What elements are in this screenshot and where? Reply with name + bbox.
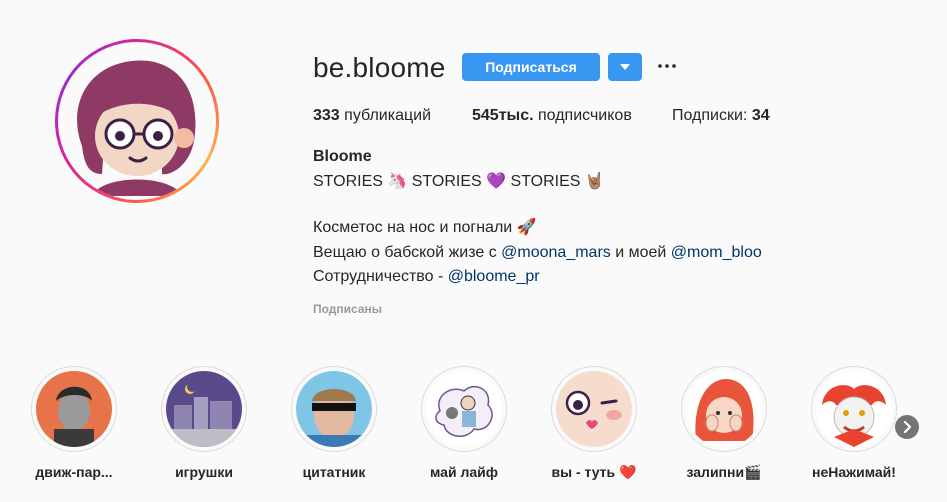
chevron-down-icon	[620, 64, 630, 70]
avatar-illustration	[77, 60, 196, 196]
following-label: Подписки:	[672, 107, 748, 124]
posts-count: 333	[313, 107, 340, 124]
followed-by-label[interactable]: Подписаны	[313, 302, 382, 316]
bio-text: Сотрудничество -	[313, 268, 448, 285]
followers-label: подписчиков	[538, 107, 632, 124]
highlight-label: движ-пар...	[35, 464, 113, 480]
highlight-label: залипни🎬	[686, 464, 762, 480]
bio-line-stories: STORIES 🦄 STORIES 💜 STORIES 🤘🏽	[313, 173, 605, 190]
highlight-label: май лайф	[430, 464, 498, 480]
bio-line-cosmetics: Косметос на нос и погнали 🚀	[313, 219, 537, 236]
profile-full-name: Bloome	[313, 148, 372, 165]
highlight-cover-image	[166, 371, 242, 447]
suggestions-dropdown-button[interactable]	[608, 53, 642, 81]
highlight-cover-image	[686, 371, 762, 447]
bio-line-cooperation: Сотрудничество - @bloome_pr	[313, 267, 540, 287]
story-highlight[interactable]: май лайф	[414, 366, 514, 480]
highlight-label: вы - туть ❤️	[551, 464, 637, 480]
profile-avatar[interactable]	[58, 42, 216, 200]
story-highlight[interactable]: неНажимай!	[804, 366, 904, 480]
highlight-label: цитатник	[302, 464, 366, 480]
bio-line-collab-people: Вещаю о бабской жизе с @moona_mars и мое…	[313, 243, 762, 263]
highlight-label: игрушки	[175, 464, 233, 480]
bio-text: и моей	[610, 244, 671, 261]
highlight-cover-ring	[291, 366, 377, 452]
story-highlight[interactable]: залипни🎬	[674, 366, 774, 481]
more-options-button[interactable]	[656, 56, 678, 76]
followers-count: 545тыс.	[472, 107, 534, 124]
highlight-cover-ring	[161, 366, 247, 452]
follow-button[interactable]: Подписаться	[462, 53, 600, 81]
highlight-cover-image	[556, 371, 632, 447]
highlights-next-button[interactable]	[895, 415, 919, 439]
posts-count-stat: 333 публикаций	[313, 107, 431, 125]
bio-text: Вещаю о бабской жизе с	[313, 244, 502, 261]
highlight-cover-image	[36, 371, 112, 447]
following-count: 34	[751, 107, 770, 124]
profile-username: be.bloome	[313, 52, 446, 83]
mention-link-bloome-pr[interactable]: @bloome_pr	[448, 268, 540, 285]
story-highlight[interactable]: вы - туть ❤️	[544, 366, 644, 481]
highlight-cover-ring	[551, 366, 637, 452]
mention-link-moona-mars[interactable]: @moona_mars	[501, 244, 611, 261]
mention-link-mom-bloo[interactable]: @mom_bloo	[671, 244, 762, 261]
story-highlight[interactable]: движ-пар...	[24, 366, 124, 480]
profile-avatar-ring[interactable]	[55, 39, 219, 203]
highlight-cover-ring	[681, 366, 767, 452]
following-stat[interactable]: Подписки: 34	[672, 107, 770, 125]
highlight-cover-image	[426, 371, 502, 447]
highlight-label: неНажимай!	[812, 464, 896, 480]
story-highlight[interactable]: цитатник	[284, 366, 384, 480]
more-horizontal-icon	[658, 64, 676, 68]
highlight-cover-image	[296, 371, 372, 447]
posts-label: публикаций	[344, 107, 432, 124]
story-highlight[interactable]: игрушки	[154, 366, 254, 480]
followers-stat[interactable]: 545тыс. подписчиков	[472, 107, 632, 125]
highlight-cover-ring	[811, 366, 897, 452]
highlight-cover-ring	[421, 366, 507, 452]
highlight-cover-image	[816, 371, 892, 447]
chevron-right-icon	[903, 421, 912, 433]
highlight-cover-ring	[31, 366, 117, 452]
